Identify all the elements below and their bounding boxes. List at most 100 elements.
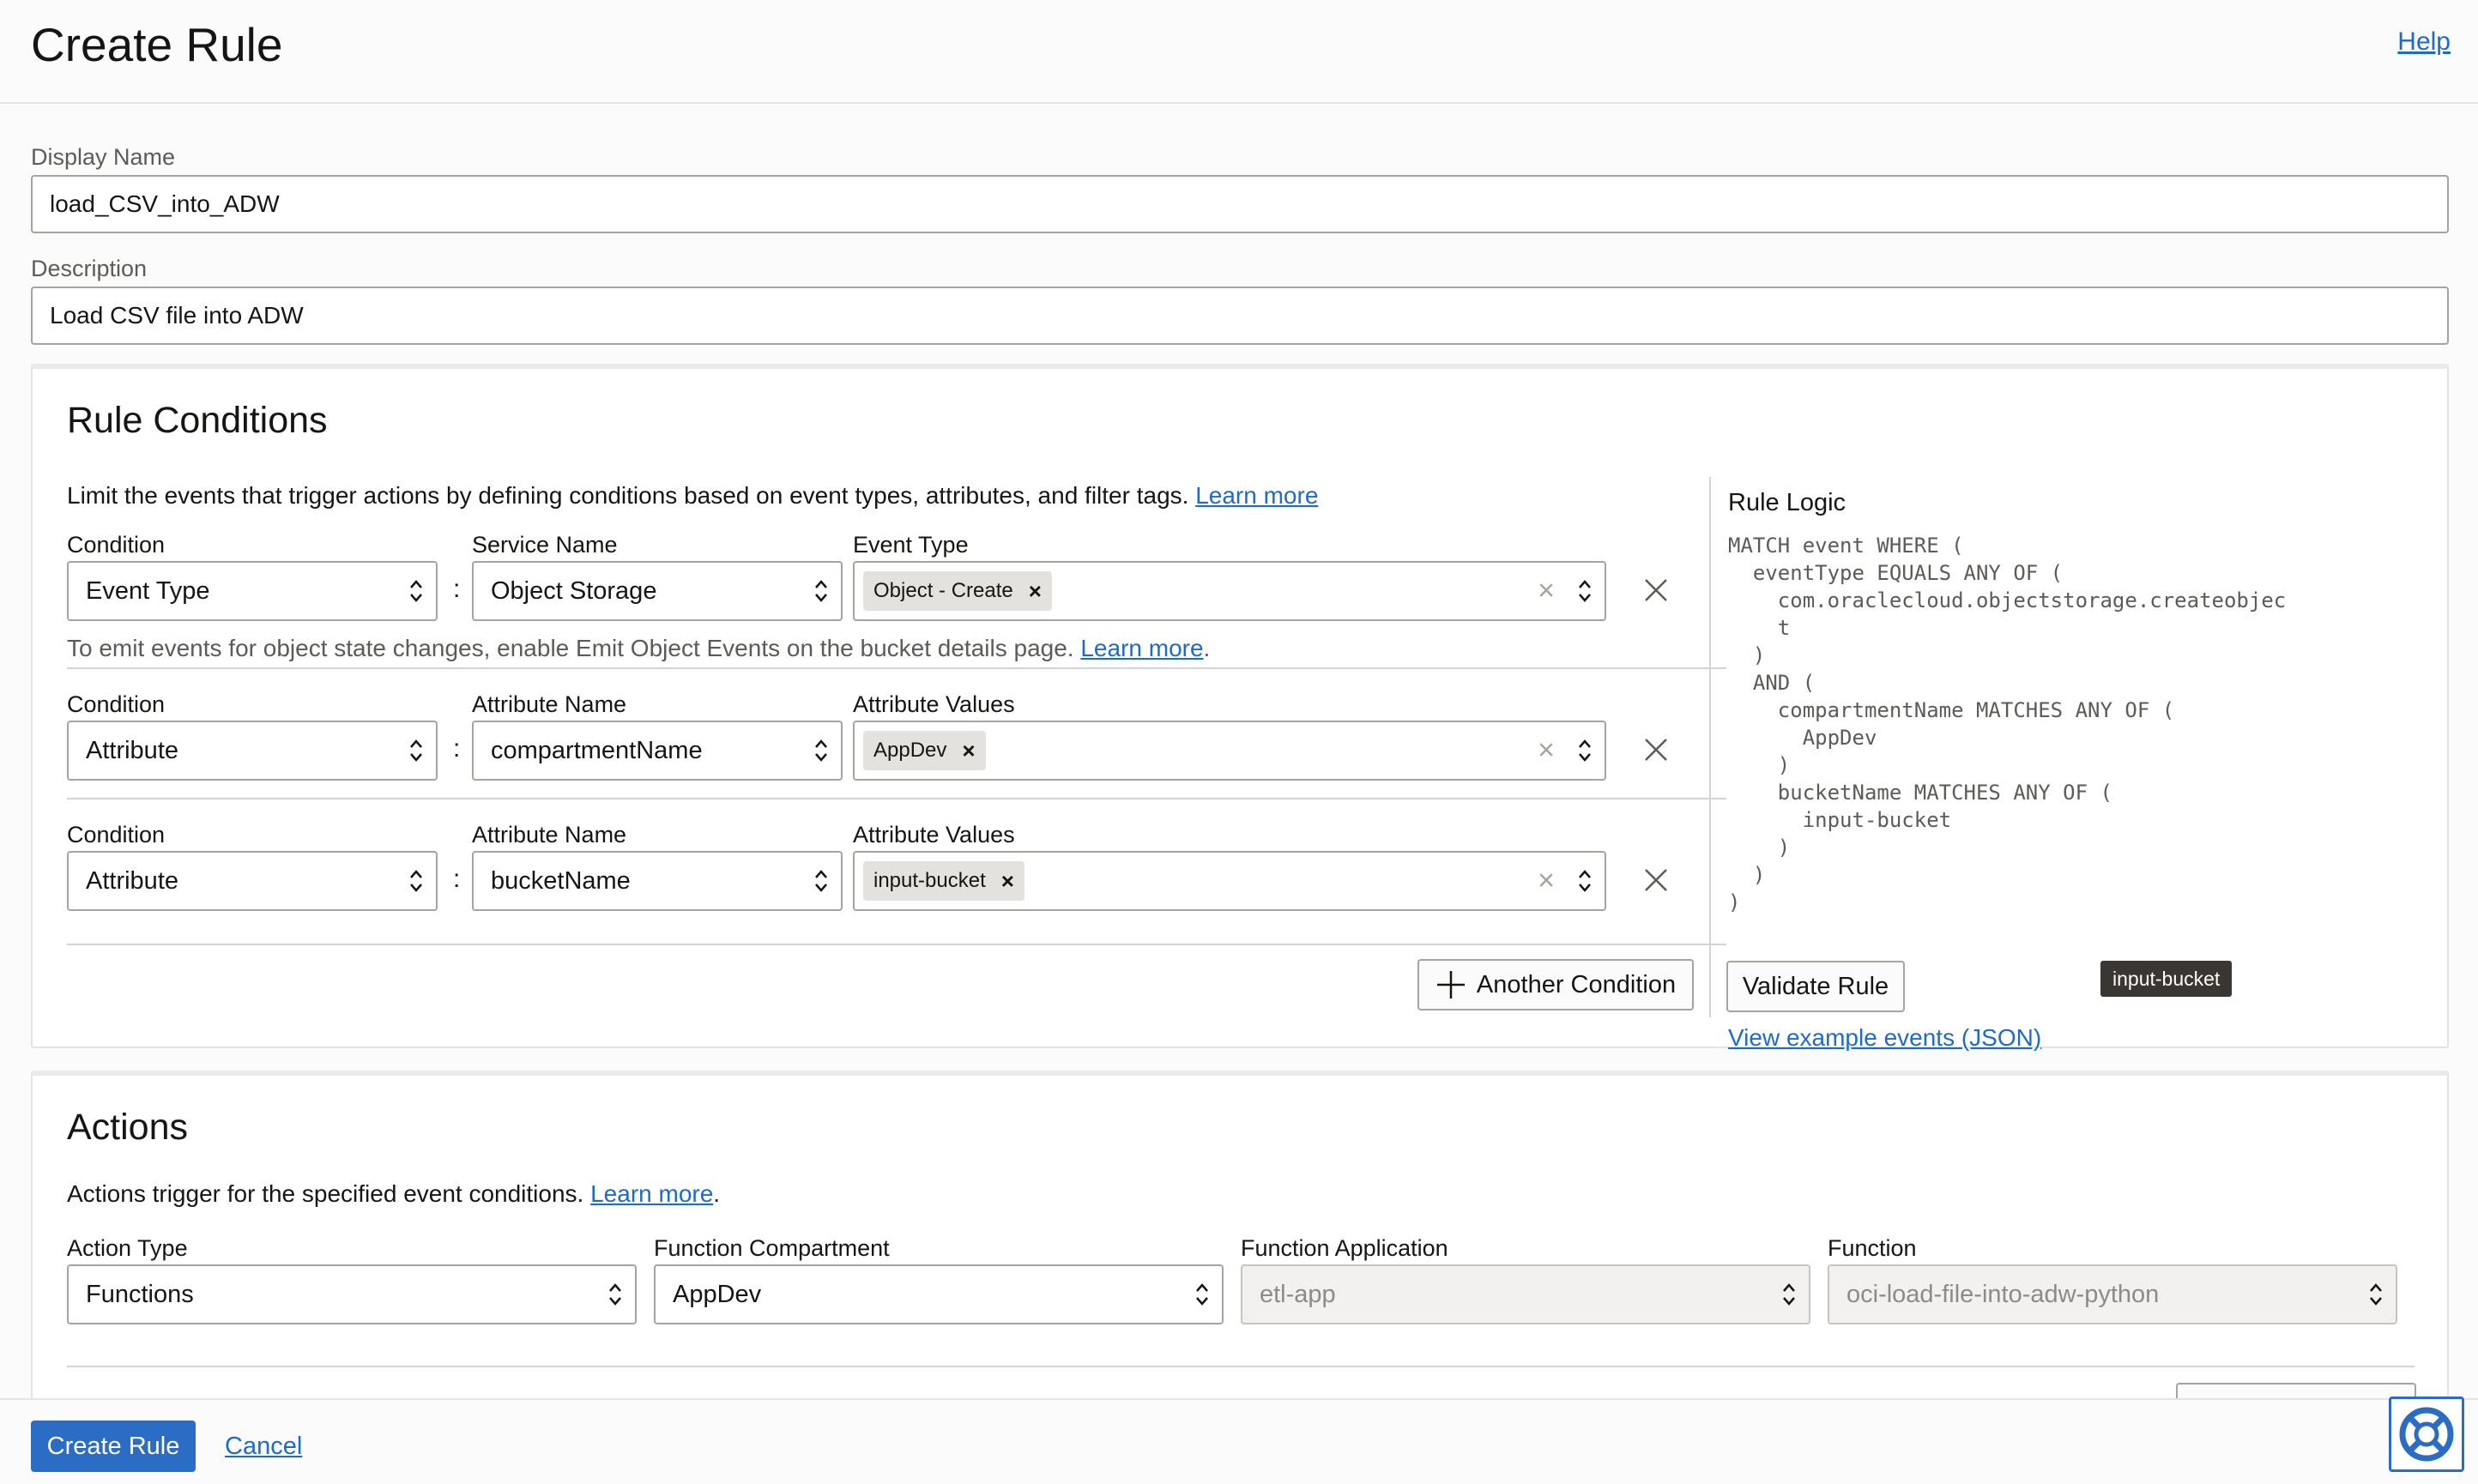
action-type-select[interactable]: Functions — [67, 1264, 637, 1324]
rule-logic-title: Rule Logic — [1728, 489, 1846, 516]
rule-conditions-intro: Limit the events that trigger actions by… — [67, 482, 1318, 510]
condition-1-label: Condition — [67, 532, 166, 558]
object-events-hint: To emit events for object state changes,… — [67, 635, 1211, 661]
condition-2-value: Attribute — [86, 736, 178, 764]
function-compartment-label: Function Compartment — [654, 1235, 890, 1261]
updown-chevron-icon — [815, 870, 827, 892]
remove-condition-3-icon[interactable] — [1642, 866, 1670, 894]
action-type-label: Action Type — [67, 1235, 188, 1261]
display-name-input[interactable]: load_CSV_into_ADW — [31, 175, 2449, 233]
actions-panel: Actions Actions trigger for the specifie… — [31, 1071, 2449, 1398]
actions-intro-text: Actions trigger for the specified event … — [67, 1180, 584, 1207]
clear-icon[interactable]: × — [1538, 865, 1555, 898]
colon-separator: : — [453, 575, 461, 603]
condition-2-label: Condition — [67, 691, 166, 717]
attribute-name-3-select[interactable]: bucketName — [472, 851, 843, 911]
updown-chevron-icon — [1579, 870, 1591, 892]
attribute-values-3-label: Attribute Values — [853, 822, 1015, 848]
service-name-label: Service Name — [472, 532, 618, 558]
rule-logic-code: MATCH event WHERE ( eventType EQUALS ANY… — [1728, 534, 2287, 914]
updown-chevron-icon — [815, 580, 827, 602]
event-type-chip: Object - Create × — [863, 571, 1052, 611]
updown-chevron-icon — [1579, 580, 1591, 602]
actions-title: Actions — [67, 1107, 189, 1148]
updown-chevron-icon — [609, 1283, 621, 1306]
chip-label: AppDev — [873, 739, 947, 762]
conditions-end-divider — [67, 944, 1726, 945]
attribute-value-chip: input-bucket × — [863, 861, 1024, 901]
rule-conditions-panel: Rule Conditions Limit the events that tr… — [31, 364, 2449, 1051]
function-label: Function — [1828, 1235, 1917, 1261]
colon-separator: : — [453, 865, 461, 893]
clear-icon[interactable]: × — [1538, 734, 1555, 768]
actions-intro: Actions trigger for the specified event … — [67, 1180, 721, 1207]
remove-condition-2-icon[interactable] — [1642, 736, 1670, 763]
updown-chevron-icon — [410, 870, 422, 892]
condition-3-label: Condition — [67, 822, 166, 848]
condition-divider — [67, 667, 1726, 669]
colon-separator: : — [453, 734, 461, 763]
updown-chevron-icon — [410, 739, 422, 762]
form-content[interactable]: Display Name load_CSV_into_ADW Descripti… — [0, 105, 2478, 1398]
page-footer: Create Rule Cancel — [0, 1398, 2478, 1484]
another-condition-label: Another Condition — [1476, 970, 1677, 998]
view-example-events-link[interactable]: View example events (JSON) — [1728, 1024, 2041, 1052]
rule-conditions-learn-more[interactable]: Learn more — [1195, 482, 1318, 509]
another-action-button[interactable] — [2176, 1383, 2416, 1398]
attribute-name-2-label: Attribute Name — [472, 691, 627, 717]
attribute-name-3-label: Attribute Name — [472, 822, 627, 848]
function-value: oci-load-file-into-adw-python — [1846, 1280, 2160, 1308]
help-link[interactable]: Help — [2397, 27, 2451, 57]
updown-chevron-icon — [1579, 739, 1591, 762]
condition-2-select[interactable]: Attribute — [67, 721, 438, 781]
event-type-multiselect[interactable]: Object - Create × × — [853, 561, 1606, 621]
object-events-hint-text: To emit events for object state changes,… — [67, 635, 1074, 661]
chip-remove-icon[interactable]: × — [1029, 578, 1042, 605]
updown-chevron-icon — [1783, 1283, 1795, 1306]
cancel-link[interactable]: Cancel — [225, 1433, 302, 1461]
validate-rule-button[interactable]: Validate Rule — [1726, 961, 1905, 1012]
function-compartment-select[interactable]: AppDev — [654, 1264, 1224, 1324]
updown-chevron-icon — [815, 739, 827, 762]
lifebuoy-icon — [2399, 1407, 2454, 1462]
remove-condition-1-icon[interactable] — [1642, 576, 1670, 604]
updown-chevron-icon — [1196, 1283, 1208, 1306]
function-select[interactable]: oci-load-file-into-adw-python — [1828, 1264, 2397, 1324]
page-title: Create Rule — [31, 18, 283, 71]
object-events-learn-more[interactable]: Learn more — [1080, 635, 1203, 661]
function-application-label: Function Application — [1241, 1235, 1448, 1261]
chip-label: Object - Create — [873, 579, 1013, 602]
attribute-values-3-multiselect[interactable]: input-bucket × × — [853, 851, 1606, 911]
attribute-name-2-value: compartmentName — [491, 736, 703, 764]
condition-1-select[interactable]: Event Type — [67, 561, 438, 621]
service-name-select[interactable]: Object Storage — [472, 561, 843, 621]
create-rule-button[interactable]: Create Rule — [31, 1421, 196, 1472]
chip-remove-icon[interactable]: × — [1001, 868, 1014, 895]
condition-3-select[interactable]: Attribute — [67, 851, 438, 911]
attribute-name-2-select[interactable]: compartmentName — [472, 721, 843, 781]
chip-remove-icon[interactable]: × — [962, 738, 975, 764]
another-condition-button[interactable]: Another Condition — [1417, 959, 1694, 1010]
attribute-value-chip: AppDev × — [863, 731, 986, 770]
attribute-values-2-multiselect[interactable]: AppDev × × — [853, 721, 1606, 781]
page-header: Create Rule Help — [0, 0, 2478, 104]
updown-chevron-icon — [2370, 1283, 2382, 1306]
display-name-label: Display Name — [31, 144, 176, 170]
actions-divider — [67, 1366, 2415, 1367]
chip-label: input-bucket — [873, 869, 986, 892]
attribute-name-3-value: bucketName — [491, 866, 631, 895]
clear-icon[interactable]: × — [1538, 575, 1555, 608]
function-application-select[interactable]: etl-app — [1241, 1264, 1810, 1324]
condition-divider — [67, 798, 1726, 799]
actions-learn-more[interactable]: Learn more — [590, 1180, 713, 1207]
help-lifebuoy-button[interactable] — [2389, 1397, 2464, 1472]
updown-chevron-icon — [410, 580, 422, 602]
description-input[interactable]: Load CSV file into ADW — [31, 287, 2449, 345]
event-type-label: Event Type — [853, 532, 969, 558]
service-name-value: Object Storage — [491, 576, 657, 605]
rule-conditions-intro-text: Limit the events that trigger actions by… — [67, 482, 1189, 509]
chip-tooltip: input-bucket — [2100, 961, 2233, 997]
attribute-values-2-label: Attribute Values — [853, 691, 1015, 717]
condition-3-value: Attribute — [86, 866, 178, 895]
plus-icon — [1436, 971, 1465, 998]
